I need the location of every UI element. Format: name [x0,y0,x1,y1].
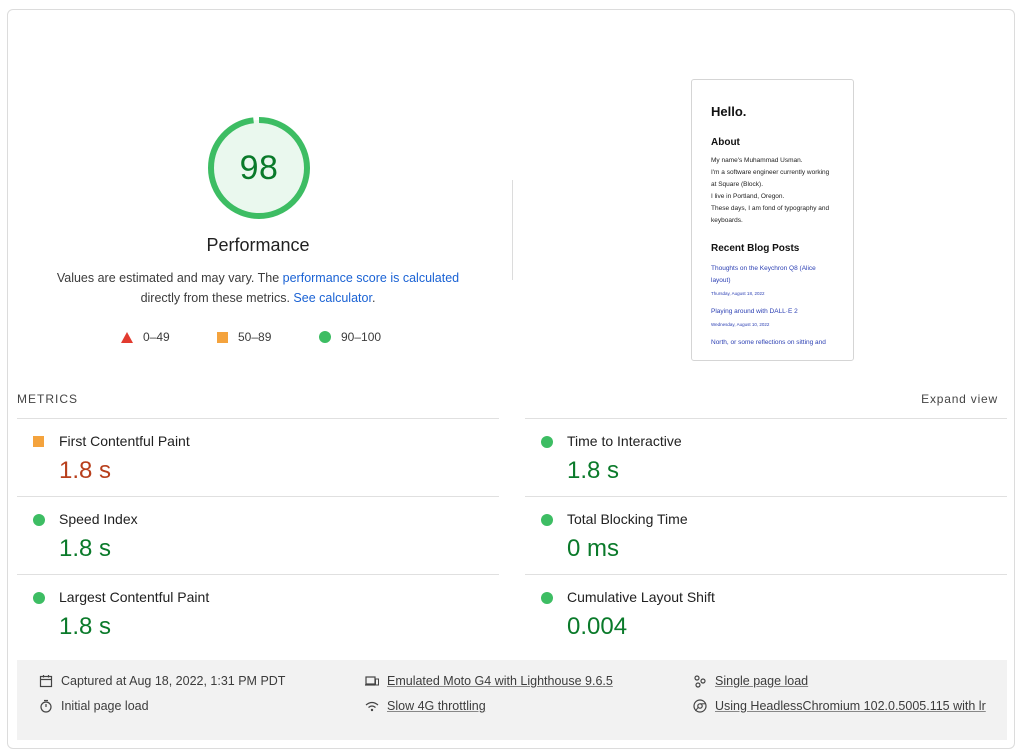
post-title: North, or some reflections on sitting an… [711,339,826,346]
final-screenshot[interactable]: Hello. About My name's Muhammad Usman. I… [691,79,854,361]
circle-icon [33,514,45,526]
about-line: I'm a software engineer currently workin… [711,169,830,176]
circle-icon [319,331,331,343]
description-text: Values are estimated and may vary. The [56,271,283,285]
square-icon [33,436,44,447]
performance-title: Performance [206,235,310,255]
device-text: Emulated Moto G4 with Lighthouse 9.6.5 [387,674,613,688]
browser-text: Using HeadlessChromium 102.0.5005.115 wi… [715,699,986,713]
about-line: keyboards. [711,217,743,224]
devices-icon [365,676,379,686]
metric-name: First Contentful Paint [59,433,190,449]
metric-value: 1.8 s [59,535,112,562]
stopwatch-icon [40,699,52,713]
description-text-2: directly from these metrics. [140,291,294,305]
screenshot-heading: Hello. [711,104,747,119]
circle-icon [541,436,553,448]
screenshot-post: Playing around with DALL·E 2 Wednesday, … [711,306,835,327]
vertical-divider [512,180,513,280]
throttling-text: Slow 4G throttling [387,699,486,713]
legend-good: 90–100 [319,330,381,344]
screenshot-posts-title: Recent Blog Posts [711,243,800,254]
screenshot-about-title: About [711,137,740,148]
metric-name: Largest Contentful Paint [59,589,210,605]
initial-text: Initial page load [61,699,149,713]
see-calculator-link[interactable]: See calculator [293,291,372,305]
single-page-load[interactable]: Single page load [693,674,808,688]
metric-first-contentful-paint: First Contentful Paint 1.8 s [17,418,499,496]
circle-icon [541,592,553,604]
runtime-settings: Captured at Aug 18, 2022, 1:31 PM PDT In… [17,660,1007,740]
legend-poor: 0–49 [121,330,170,344]
square-icon [217,331,228,343]
triangle-icon [121,331,133,343]
metric-value: 1.8 s [59,613,112,640]
metric-cumulative-layout-shift: Cumulative Layout Shift 0.004 [525,574,1007,652]
report-card: 98 Performance Values are estimated and … [7,9,1015,749]
score-legend: 0–49 50–89 90–100 [8,330,508,350]
about-line: at Square (Block). [711,181,764,188]
score-calculated-link[interactable]: performance score is calculated [283,271,459,285]
metric-value: 1.8 s [59,457,112,484]
performance-gauge[interactable]: 98 [206,115,312,221]
legend-poor-range: 0–49 [143,330,170,344]
metric-value: 1.8 s [567,457,620,484]
about-line: My name's Muhammad Usman. [711,157,803,164]
about-line: These days, I am fond of typography and [711,205,830,212]
metric-name: Cumulative Layout Shift [567,589,715,605]
initial-page-load: Initial page load [39,699,149,713]
performance-description: Values are estimated and may vary. The p… [43,268,473,308]
screenshot-post: Thoughts on the Keychron Q8 (Alice layout… [711,263,835,296]
screenshot-post: North, or some reflections on sitting an… [711,337,835,349]
browser-info[interactable]: Using HeadlessChromium 102.0.5005.115 wi… [693,699,986,713]
post-title: Playing around with DALL·E 2 [711,308,798,315]
screenshot-about: My name's Muhammad Usman. I'm a software… [711,155,835,227]
expand-view-toggle[interactable]: Expand view [921,392,998,406]
calendar-icon [39,675,53,688]
metric-largest-contentful-paint: Largest Contentful Paint 1.8 s [17,574,499,652]
metric-time-to-interactive: Time to Interactive 1.8 s [525,418,1007,496]
circle-icon [541,514,553,526]
legend-average-range: 50–89 [238,330,272,344]
metric-name: Speed Index [59,511,138,527]
network-throttling[interactable]: Slow 4G throttling [365,699,486,713]
performance-score: 98 [239,148,279,187]
legend-good-range: 90–100 [341,330,382,344]
legend-average: 50–89 [217,330,271,344]
description-suffix: . [371,291,376,305]
metric-value: 0 ms [567,535,620,562]
metric-name: Total Blocking Time [567,511,688,527]
post-date: Thursday, August 18, 2022 [711,291,765,296]
post-date: Wednesday, August 10, 2022 [711,322,770,327]
metric-total-blocking-time: Total Blocking Time 0 ms [525,496,1007,574]
circle-icon [33,592,45,604]
metric-name: Time to Interactive [567,433,682,449]
captured-text: Captured at Aug 18, 2022, 1:31 PM PDT [61,674,286,688]
about-line: I live in Portland, Oregon. [711,193,785,200]
wifi-icon [365,701,379,712]
captured-at: Captured at Aug 18, 2022, 1:31 PM PDT [39,674,285,688]
emulated-device[interactable]: Emulated Moto G4 with Lighthouse 9.6.5 [365,674,613,688]
chrome-icon [693,699,707,713]
metric-value: 0.004 [567,613,628,640]
post-title: Thoughts on the Keychron Q8 (Alice layout… [711,265,816,284]
metrics-heading: METRICS [17,392,78,406]
single-text: Single page load [715,674,809,688]
metric-speed-index: Speed Index 1.8 s [17,496,499,574]
nodes-icon [694,675,706,688]
